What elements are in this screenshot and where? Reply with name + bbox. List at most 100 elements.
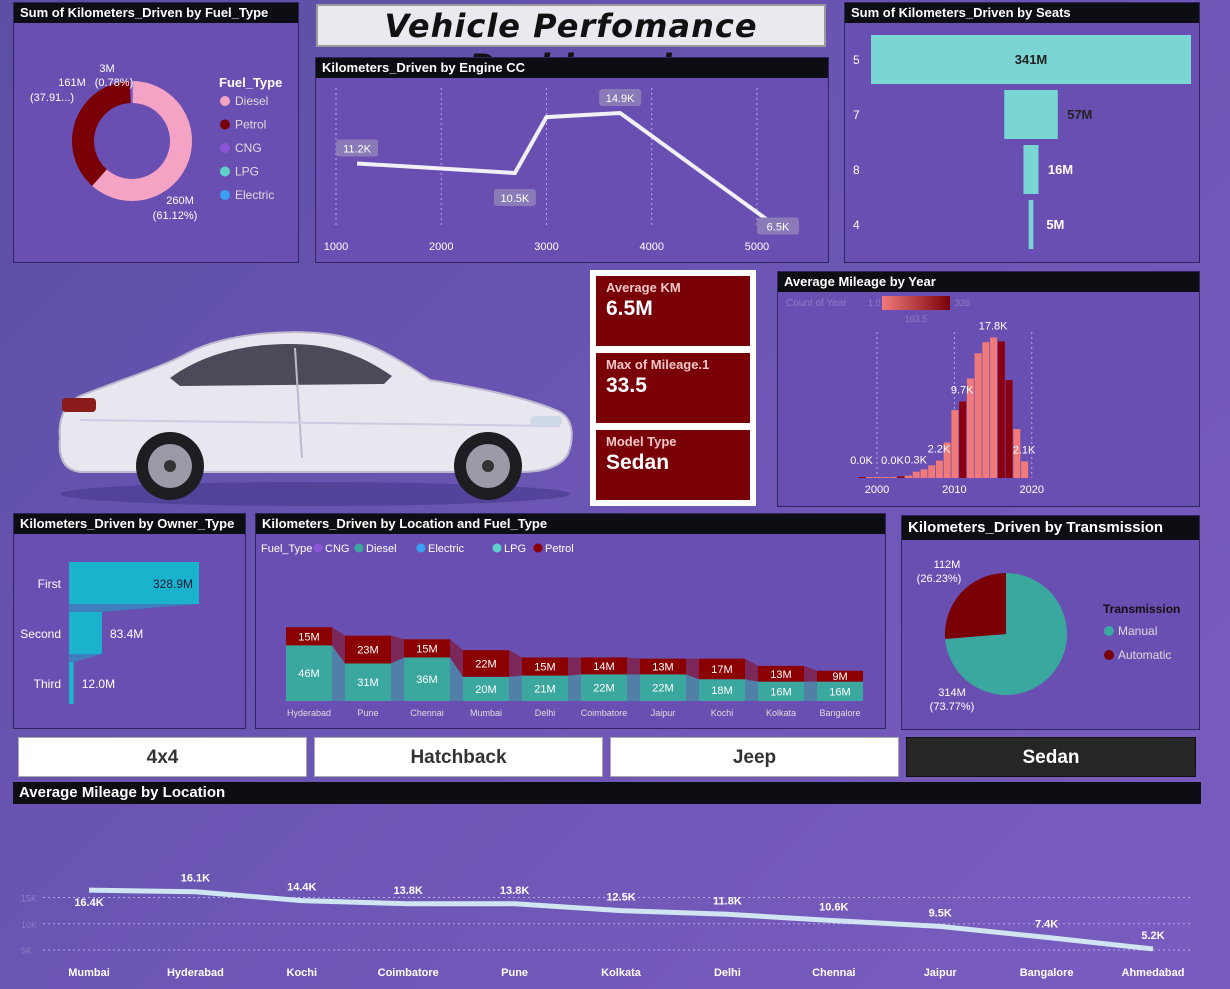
locfuel-diesel-label: 36M: [416, 674, 437, 686]
transmission-auto-value: 112M: [934, 559, 961, 571]
locfuel-diesel-label: 20M: [475, 684, 496, 696]
fuel-type-donut-chart[interactable]: 3M 161M (0.78%) (37.91...) 260M (61.12%) Fuel_…: [14, 23, 299, 263]
year-bar-2011: [959, 401, 967, 478]
locfuel-x-tick: Jaipur: [651, 708, 676, 718]
fuel-type-panel[interactable]: Sum of Kilometers_Driven by Fuel_Type 3M…: [13, 2, 299, 263]
year-bar-2004: [904, 475, 912, 478]
locfuel-x-tick: Kochi: [711, 708, 734, 718]
owner-category: First: [38, 577, 62, 591]
locfuel-petrol-label: 13M: [652, 662, 673, 674]
locmil-x-tick: Hyderabad: [167, 967, 224, 979]
locfuel-diesel-label: 16M: [829, 686, 850, 698]
owner-bar-third: [69, 662, 74, 704]
fuel-legend-dot-diesel: [220, 96, 230, 106]
slicer-hatchback-button[interactable]: Hatchback: [314, 737, 603, 777]
fuel-legend-dot-electric: [220, 190, 230, 200]
sedan-car-image: [58, 331, 573, 506]
seats-title: Sum of Kilometers_Driven by Seats: [845, 3, 1199, 23]
locmil-x-tick: Kolkata: [601, 967, 642, 979]
location-mileage-line-chart[interactable]: 15K 10K 5K 16.4K Mumbai 16.1K Hyderabad 14.4K Ko…: [13, 804, 1201, 987]
seats-bar-7: [1004, 90, 1058, 139]
year-bar-label: 17.8K: [979, 320, 1008, 332]
locfuel-ribbon-diesel: [745, 679, 758, 701]
owner-type-funnel-chart[interactable]: First 328.9M Second 83.4M Third 12.0M: [14, 534, 246, 729]
locfuel-x-tick: Bangalore: [819, 708, 860, 718]
fuel-legend-item-cng: CNG: [235, 141, 262, 155]
locfuel-legend-item-cng: CNG: [325, 543, 349, 555]
kpi-model-type-label: Model Type: [606, 434, 677, 449]
locfuel-legend-item-lpg: LPG: [504, 543, 526, 555]
location-fuel-ribbon-chart[interactable]: Fuel_Type CNG Diesel Electric LPG Petrol 46M 15…: [256, 534, 886, 729]
locfuel-ribbon-petrol: [745, 658, 758, 682]
engine-x-tick: 2000: [429, 241, 453, 253]
seats-value-label: 16M: [1048, 162, 1073, 177]
transmission-panel[interactable]: Kilometers_Driven by Transmission 112M (2…: [901, 515, 1200, 730]
location-mileage-title: Average Mileage by Location: [13, 782, 1201, 804]
kpi-model-type-value: Sedan: [606, 451, 670, 474]
year-bar-2014: [982, 342, 990, 478]
year-legend-bar: [882, 296, 950, 310]
fuel-legend-dot-cng: [220, 143, 230, 153]
locmil-x-tick: Ahmedabad: [1122, 967, 1185, 979]
owner-connector: [69, 654, 102, 662]
locfuel-x-tick: Hyderabad: [287, 708, 331, 718]
locmil-point-label: 11.8K: [713, 895, 742, 907]
kpi-max-mileage: Max of Mileage.1 33.5: [596, 353, 750, 423]
engine-x-tick: 1000: [324, 241, 348, 253]
car-front-wheel: [136, 432, 204, 500]
locmil-point-label: 7.4K: [1035, 918, 1058, 930]
year-bar-label: 0.0K: [850, 455, 873, 467]
transmission-manual-value: 314M: [938, 687, 966, 699]
locmil-x-tick: Jaipur: [924, 967, 958, 979]
location-mileage-panel[interactable]: Average Mileage by Location 15K 10K 5K 16.4…: [13, 782, 1201, 987]
year-legend-label: Count of Year: [786, 298, 847, 309]
seats-category: 8: [853, 163, 860, 177]
locmil-point-label: 10.6K: [819, 902, 848, 914]
locfuel-diesel-label: 22M: [652, 683, 673, 695]
owner-category: Third: [34, 677, 61, 691]
kpi-model-type: Model Type Sedan: [596, 430, 750, 500]
locmil-x-tick: Mumbai: [68, 967, 110, 979]
fuel-label-diesel-pct: (61.12%): [153, 210, 198, 222]
seats-category: 4: [853, 218, 860, 232]
engine-cc-panel[interactable]: Kilometers_Driven by Engine CC 1000 2000 3…: [315, 57, 829, 263]
owner-category: Second: [20, 627, 61, 641]
transmission-pie-chart[interactable]: 112M (26.23%) 314M (73.77%) Transmission Manu…: [902, 540, 1200, 730]
fuel-legend-item-electric: Electric: [235, 188, 274, 202]
locfuel-diesel-label: 16M: [770, 686, 791, 698]
fuel-label-small-value: 3M: [99, 63, 114, 75]
engine-cc-line-chart[interactable]: 1000 2000 3000 4000 5000 11.2K 10.5K 14.9K 6.5K: [316, 78, 829, 263]
engine-point-label: 6.5K: [767, 222, 790, 234]
location-fuel-panel[interactable]: Kilometers_Driven by Location and Fuel_T…: [255, 513, 886, 729]
slicer-sedan-button[interactable]: Sedan: [906, 737, 1196, 777]
owner-type-panel[interactable]: Kilometers_Driven by Owner_Type First 328…: [13, 513, 246, 729]
locfuel-legend-dot-cng: [313, 543, 323, 553]
transmission-auto-pct: (26.23%): [917, 573, 962, 585]
fuel-legend-dot-lpg: [220, 166, 230, 177]
seats-value-label: 341M: [1015, 52, 1048, 67]
year-bar-chart[interactable]: Count of Year 1.0 163.5 326 2000 2010 2020 0.0K…: [778, 292, 1200, 507]
locfuel-x-tick: Kolkata: [766, 708, 796, 718]
locfuel-diesel-label: 18M: [711, 685, 732, 697]
kpi-average-km: Average KM 6.5M: [596, 276, 750, 346]
slicer-jeep-button[interactable]: Jeep: [610, 737, 899, 777]
seats-funnel-chart[interactable]: 5 341M 7 57M 8 16M 4 5M: [845, 23, 1200, 263]
locfuel-ribbon-petrol: [568, 657, 581, 676]
locfuel-legend-dot-diesel: [354, 543, 364, 553]
seats-category: 7: [853, 108, 860, 122]
kpi-average-km-label: Average KM: [606, 280, 681, 295]
locfuel-ribbon-petrol: [804, 665, 817, 682]
fuel-legend-item-petrol: Petrol: [235, 118, 266, 132]
year-bar-1999: [866, 477, 874, 478]
owner-value-label: 12.0M: [82, 677, 115, 691]
locfuel-diesel-label: 21M: [534, 683, 555, 695]
seats-panel[interactable]: Sum of Kilometers_Driven by Seats 5 341M 7…: [844, 2, 1200, 263]
locfuel-ribbon-diesel: [627, 674, 640, 701]
slicer-4x4-button[interactable]: 4x4: [18, 737, 307, 777]
year-bar-2001: [881, 477, 889, 478]
owner-connector: [69, 604, 199, 612]
locmil-y-tick: 15K: [21, 894, 37, 904]
year-panel[interactable]: Average Mileage by Year Count of Year 1.0…: [777, 271, 1200, 507]
locfuel-petrol-label: 15M: [534, 662, 555, 674]
fuel-legend-item-lpg: LPG: [235, 165, 259, 179]
